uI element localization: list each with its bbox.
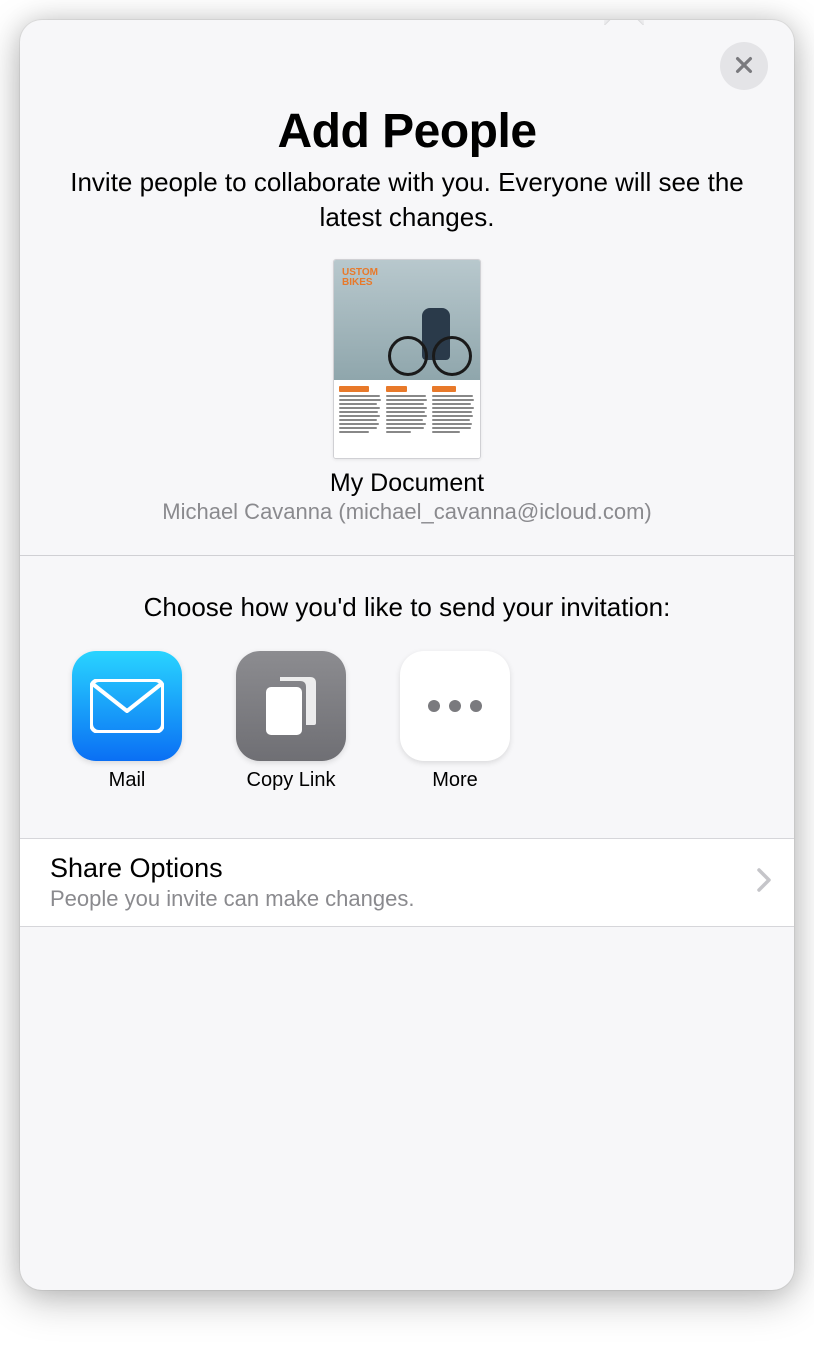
share-mail-button[interactable]: Mail [72, 651, 182, 792]
doc-brand-line2: BIKES [342, 277, 373, 288]
share-methods-row: Mail Copy Link More [20, 625, 794, 792]
document-name: My Document [20, 469, 794, 498]
popover-caret [604, 20, 644, 25]
close-icon [733, 54, 755, 79]
share-options-subtitle: People you invite can make changes. [50, 886, 414, 912]
share-more-button[interactable]: More [400, 651, 510, 792]
page-title: Add People [20, 104, 794, 159]
share-options-title: Share Options [50, 853, 414, 884]
mail-icon [72, 651, 182, 761]
share-copy-link-button[interactable]: Copy Link [236, 651, 346, 792]
page-subtitle: Invite people to collaborate with you. E… [20, 165, 794, 235]
document-thumbnail: USTOM BIKES [333, 259, 481, 459]
add-people-popover: Add People Invite people to collaborate … [20, 20, 794, 1290]
share-copy-link-label: Copy Link [247, 769, 336, 792]
close-button[interactable] [720, 42, 768, 90]
header: Add People Invite people to collaborate … [20, 20, 794, 235]
share-mail-label: Mail [109, 769, 146, 792]
share-options-row[interactable]: Share Options People you invite can make… [20, 838, 794, 927]
invitation-prompt: Choose how you'd like to send your invit… [20, 556, 794, 625]
copy-link-icon [236, 651, 346, 761]
chevron-right-icon [756, 867, 772, 898]
share-more-label: More [432, 769, 478, 792]
more-icon [400, 651, 510, 761]
document-owner: Michael Cavanna (michael_cavanna@icloud.… [20, 499, 794, 525]
